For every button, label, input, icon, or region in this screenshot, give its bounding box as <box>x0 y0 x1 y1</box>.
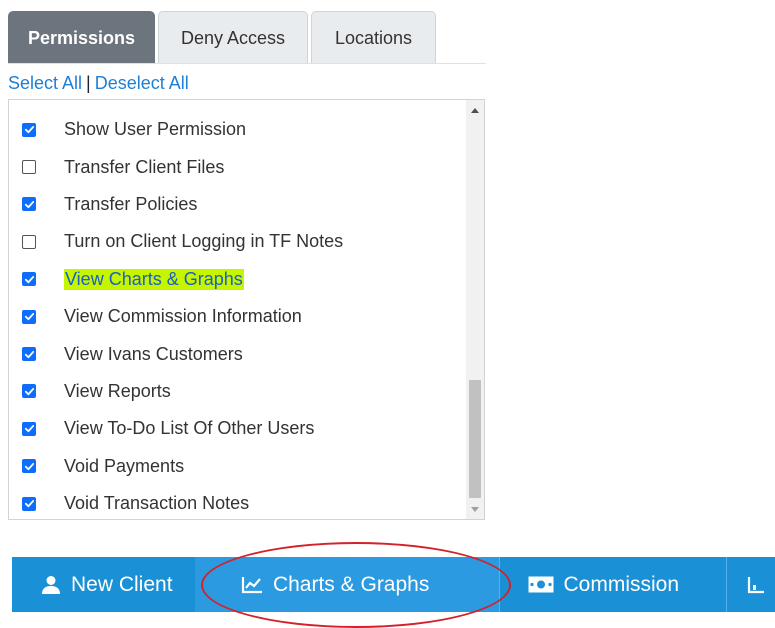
checkbox-checked[interactable] <box>22 272 36 287</box>
scroll-up-arrow-icon[interactable] <box>466 102 484 118</box>
permission-label: View Commission Information <box>64 306 302 327</box>
more-toolbar-button[interactable] <box>726 557 775 612</box>
new-client-label: New Client <box>71 572 173 596</box>
checkmark-icon <box>24 425 34 433</box>
permission-label: Void Transaction Notes <box>64 493 250 514</box>
line-chart-icon <box>241 576 263 594</box>
commission-button[interactable]: Commission <box>498 557 726 612</box>
link-separator: | <box>86 73 91 93</box>
deselect-all-link[interactable]: Deselect All <box>95 73 189 93</box>
permission-label: Show User Permission <box>64 119 247 140</box>
permission-label: Void Payments <box>64 455 185 476</box>
permission-item[interactable]: Turn on Client Logging in TF Notes <box>9 223 464 260</box>
permissions-items: Show User Permission Transfer Client File… <box>9 111 464 519</box>
checkmark-icon <box>24 126 34 134</box>
tab-deny-access[interactable]: Deny Access <box>158 11 308 64</box>
permission-label: View Reports <box>64 380 171 401</box>
permission-label: View Charts & Graphs <box>64 268 244 290</box>
permission-label: View To-Do List Of Other Users <box>64 418 315 439</box>
tab-bar: Permissions Deny Access Locations <box>8 11 439 64</box>
checkbox-checked[interactable] <box>22 309 36 324</box>
bottom-toolbar: New Client Charts & Graphs Commission <box>12 557 775 612</box>
checkmark-icon <box>24 200 34 209</box>
checkbox-checked[interactable] <box>22 496 36 511</box>
permission-item[interactable]: View To-Do List Of Other Users <box>9 410 464 447</box>
permission-item[interactable]: Transfer Policies <box>9 186 464 223</box>
select-links: Select All | Deselect All <box>8 73 189 94</box>
permission-item[interactable]: View Commission Information <box>9 298 464 335</box>
scrollbar-thumb[interactable] <box>469 380 481 498</box>
checkmark-icon <box>24 500 34 508</box>
charts-graphs-label: Charts & Graphs <box>272 572 430 596</box>
checkbox-checked[interactable] <box>22 421 36 436</box>
permission-item[interactable]: Transfer Client Files <box>9 148 464 185</box>
tab-permissions[interactable]: Permissions <box>8 11 155 64</box>
checkmark-icon <box>24 313 34 321</box>
permission-item[interactable]: View Charts & Graphs <box>9 261 464 298</box>
checkmark-icon <box>24 350 34 358</box>
user-icon <box>41 575 61 595</box>
tab-locations[interactable]: Locations <box>311 11 436 64</box>
checkbox-checked[interactable] <box>22 384 36 399</box>
report-icon <box>747 576 765 594</box>
permission-item[interactable]: View Reports <box>9 373 464 410</box>
tab-divider <box>8 63 486 64</box>
money-bill-icon <box>528 576 554 593</box>
permission-label: Transfer Policies <box>64 193 198 214</box>
permission-item[interactable]: Show User Permission <box>9 111 464 148</box>
select-all-link[interactable]: Select All <box>8 73 82 93</box>
checkbox-checked[interactable] <box>22 122 36 137</box>
checkbox-unchecked[interactable] <box>22 234 36 249</box>
permission-item[interactable]: Void Transaction Notes <box>9 485 464 519</box>
checkbox-checked[interactable] <box>22 197 36 212</box>
checkbox-unchecked[interactable] <box>22 160 36 175</box>
scrollbar[interactable] <box>466 100 484 519</box>
charts-graphs-button[interactable]: Charts & Graphs <box>194 557 499 612</box>
commission-label: Commission <box>563 572 680 596</box>
checkmark-icon <box>24 275 34 283</box>
permission-item[interactable]: View Ivans Customers <box>9 335 464 372</box>
checkbox-checked[interactable] <box>22 459 36 474</box>
permission-label: View Ivans Customers <box>64 343 243 364</box>
permission-item[interactable]: Void Payments <box>9 448 464 485</box>
permissions-list[interactable]: Show User Permission Transfer Client File… <box>8 99 485 520</box>
checkmark-icon <box>24 462 34 470</box>
new-client-button[interactable]: New Client <box>12 557 195 612</box>
checkmark-icon <box>24 387 34 396</box>
checkbox-checked[interactable] <box>22 347 36 362</box>
permission-label: Transfer Client Files <box>64 156 225 177</box>
permission-label: Turn on Client Logging in TF Notes <box>64 231 344 252</box>
scroll-down-arrow-icon[interactable] <box>466 501 484 517</box>
